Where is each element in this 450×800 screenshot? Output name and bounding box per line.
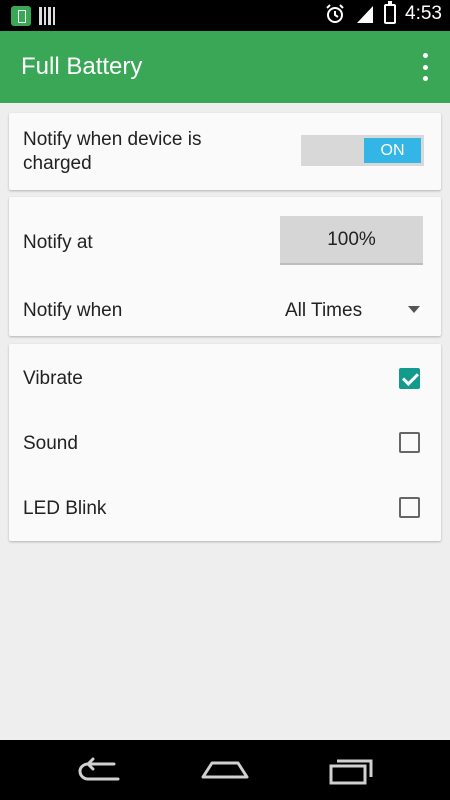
- back-icon[interactable]: [74, 755, 126, 785]
- app-title: Full Battery: [21, 53, 143, 80]
- alert-options-card: Vibrate Sound LED Blink: [9, 344, 441, 541]
- notification-icons: [11, 6, 55, 26]
- vibrate-label: Vibrate: [23, 368, 83, 389]
- recent-apps-icon[interactable]: [325, 755, 377, 785]
- notify-settings-card: Notify at 100% Notify when All Times: [9, 197, 441, 336]
- app-bar: Full Battery: [0, 31, 450, 103]
- overflow-menu-icon[interactable]: [420, 53, 430, 81]
- signal-icon: [357, 6, 374, 23]
- alarm-icon: [326, 4, 344, 23]
- system-icons: 4:53: [324, 1, 442, 25]
- charge-notify-label: Notify when device is charged: [23, 129, 202, 174]
- notify-when-label: Notify when: [23, 300, 123, 321]
- status-bar: 4:53: [0, 0, 450, 31]
- charge-notify-toggle[interactable]: ON: [301, 135, 424, 166]
- status-time: 4:53: [405, 3, 442, 24]
- dropdown-arrow-icon[interactable]: [408, 306, 420, 313]
- barcode-icon: [39, 7, 55, 25]
- sound-checkbox[interactable]: [399, 432, 420, 453]
- sound-label: Sound: [23, 433, 78, 454]
- notify-at-button[interactable]: 100%: [280, 216, 423, 265]
- led-blink-label: LED Blink: [23, 498, 107, 519]
- vibrate-checkbox[interactable]: [399, 368, 420, 389]
- led-blink-checkbox[interactable]: [399, 497, 420, 518]
- notify-at-label: Notify at: [23, 232, 93, 253]
- charge-notify-card: Notify when device is charged ON: [9, 113, 441, 190]
- home-icon[interactable]: [199, 755, 251, 785]
- navigation-bar: [0, 740, 450, 800]
- battery-charging-icon: [384, 1, 397, 24]
- toggle-on-label: ON: [364, 138, 421, 163]
- notify-when-spinner[interactable]: All Times: [285, 300, 362, 322]
- battery-app-icon: [11, 6, 31, 26]
